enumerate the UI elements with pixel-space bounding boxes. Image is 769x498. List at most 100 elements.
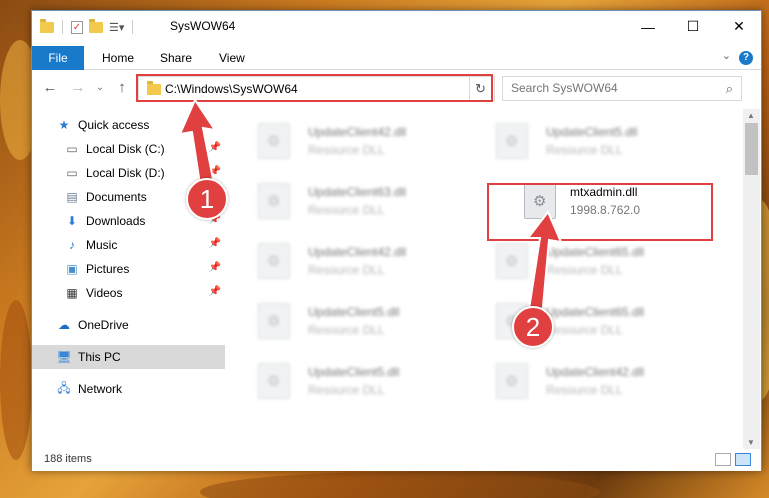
- tab-share[interactable]: Share: [160, 46, 192, 70]
- item-count: 188 items: [44, 453, 92, 465]
- file-item[interactable]: UpdateClient65.dll Resource DLL: [484, 231, 714, 287]
- file-name: UpdateClient42.dll: [546, 365, 645, 379]
- quick-access-toolbar: ✓ ☰▾: [40, 18, 135, 34]
- pin-icon: 📌: [208, 166, 221, 177]
- file-name: UpdateClient63.dll: [308, 185, 407, 199]
- step-1-badge: 1: [186, 178, 228, 220]
- file-type: Resource DLL: [308, 323, 385, 337]
- pin-icon: 📌: [208, 238, 221, 249]
- navigation-bar: ← → ⌄ ↑ C:\Windows\SysWOW64 ⌄ ↻ ⌕: [32, 74, 761, 103]
- tab-file[interactable]: File: [32, 46, 84, 70]
- recent-locations-button[interactable]: ⌄: [90, 77, 110, 99]
- sidebar-item-network[interactable]: 🖧 Network: [32, 377, 225, 401]
- chevron-down-icon: ⌄: [95, 82, 105, 93]
- sidebar-item-this-pc[interactable]: 🖥 This PC: [32, 345, 225, 369]
- search-box[interactable]: ⌕: [502, 76, 742, 101]
- sidebar-item-quick-access[interactable]: ★ Quick access: [32, 113, 225, 137]
- sidebar-item-videos[interactable]: ▦ Videos 📌: [32, 281, 225, 305]
- close-button[interactable]: ✕: [716, 11, 762, 42]
- help-button[interactable]: ?: [739, 51, 753, 65]
- arrow-right-icon: →: [70, 79, 86, 96]
- expand-ribbon-icon[interactable]: ⌄: [722, 49, 731, 62]
- tab-view[interactable]: View: [219, 46, 245, 70]
- file-item[interactable]: UpdateClient42.dll Resource DLL: [246, 231, 476, 287]
- download-icon: ⬇: [66, 214, 78, 228]
- tiles-view-button[interactable]: [735, 453, 751, 466]
- vertical-scrollbar[interactable]: ▲ ▼: [743, 109, 760, 449]
- minimize-icon: —: [641, 18, 655, 35]
- search-icon[interactable]: ⌕: [726, 81, 733, 97]
- tab-home[interactable]: Home: [102, 46, 134, 70]
- sidebar-item-local-disk-c[interactable]: ▭ Local Disk (C:) 📌: [32, 137, 225, 161]
- file-item[interactable]: UpdateClient42.dll Resource DLL: [246, 111, 476, 167]
- sidebar-item-label: Local Disk (C:): [86, 142, 165, 156]
- file-list: UpdateClient42.dll Resource DLL UpdateCl…: [226, 109, 743, 449]
- file-item[interactable]: UpdateClient5.dll Resource DLL: [246, 351, 476, 407]
- file-item[interactable]: UpdateClient63.dll Resource DLL: [246, 171, 476, 227]
- sidebar-item-label: Documents: [86, 190, 147, 204]
- file-name: UpdateClient65.dll: [546, 305, 645, 319]
- maximize-button[interactable]: ☐: [670, 11, 716, 42]
- pin-icon: 📌: [208, 262, 221, 273]
- new-folder-icon[interactable]: [89, 18, 103, 33]
- dll-file-icon: [258, 123, 290, 159]
- sidebar-item-label: Network: [78, 382, 123, 396]
- up-button[interactable]: ↑: [112, 77, 132, 99]
- forward-button[interactable]: →: [68, 77, 88, 99]
- file-type: Resource DLL: [546, 143, 623, 157]
- music-icon: ♪: [69, 238, 75, 252]
- scroll-down-icon[interactable]: ▼: [747, 438, 755, 447]
- videos-icon: ▦: [66, 286, 78, 300]
- file-type: Resource DLL: [308, 263, 385, 277]
- sidebar-item-label: Music: [86, 238, 118, 252]
- ribbon-tabs: File Home Share View ⌄ ?: [32, 46, 761, 70]
- background-foliage: [200, 472, 600, 498]
- refresh-icon: ↻: [475, 81, 486, 96]
- step-2-badge: 2: [512, 306, 554, 348]
- dll-file-icon: [258, 243, 290, 279]
- file-item[interactable]: UpdateClient5.dll Resource DLL: [246, 291, 476, 347]
- cloud-icon: ☁: [58, 318, 70, 332]
- pictures-icon: ▣: [66, 262, 78, 276]
- file-name: UpdateClient65.dll: [546, 245, 645, 259]
- scroll-up-icon[interactable]: ▲: [747, 111, 755, 120]
- status-bar: 188 items: [32, 449, 761, 471]
- maximize-icon: ☐: [686, 18, 700, 34]
- sidebar-item-label: OneDrive: [78, 318, 129, 332]
- search-input[interactable]: [511, 81, 711, 95]
- customize-toolbar-icon[interactable]: ☰▾: [109, 21, 124, 34]
- address-path[interactable]: C:\Windows\SysWOW64: [165, 82, 298, 96]
- dll-file-icon: [258, 303, 290, 339]
- star-icon: ★: [58, 118, 70, 132]
- drive-icon: ▭: [66, 166, 78, 180]
- documents-icon: ▤: [66, 190, 78, 204]
- refresh-button[interactable]: ↻: [469, 76, 492, 101]
- file-name: UpdateClient42.dll: [308, 125, 407, 139]
- sidebar-item-pictures[interactable]: ▣ Pictures 📌: [32, 257, 225, 281]
- file-name: mtxadmin.dll: [570, 185, 638, 199]
- back-button[interactable]: ←: [40, 77, 60, 99]
- file-type: Resource DLL: [546, 263, 623, 277]
- file-item[interactable]: UpdateClient42.dll Resource DLL: [484, 351, 714, 407]
- pin-icon: 📌: [208, 142, 221, 153]
- file-item-mtxadmin[interactable]: mtxadmin.dll 1998.8.762.0: [484, 171, 714, 227]
- file-type: Resource DLL: [546, 323, 623, 337]
- close-icon: ✕: [733, 18, 745, 34]
- sidebar-item-label: Downloads: [86, 214, 146, 228]
- file-version: 1998.8.762.0: [570, 203, 641, 217]
- background-foliage: [0, 300, 32, 460]
- sidebar-item-music[interactable]: ♪ Music 📌: [32, 233, 225, 257]
- view-toggle: [715, 453, 751, 466]
- properties-icon[interactable]: ✓: [71, 20, 83, 34]
- dll-file-icon: [258, 363, 290, 399]
- minimize-button[interactable]: —: [625, 11, 671, 42]
- computer-icon: 🖥: [56, 350, 72, 364]
- sidebar-item-label: Videos: [86, 286, 123, 300]
- file-type: Resource DLL: [546, 383, 623, 397]
- dll-file-icon: [496, 243, 528, 279]
- sidebar-item-onedrive[interactable]: ☁ OneDrive: [32, 313, 225, 337]
- address-bar[interactable]: C:\Windows\SysWOW64 ⌄: [138, 76, 495, 101]
- details-view-button[interactable]: [715, 453, 731, 466]
- scrollbar-thumb[interactable]: [745, 123, 758, 175]
- file-item[interactable]: UpdateClient5.dll Resource DLL: [484, 111, 714, 167]
